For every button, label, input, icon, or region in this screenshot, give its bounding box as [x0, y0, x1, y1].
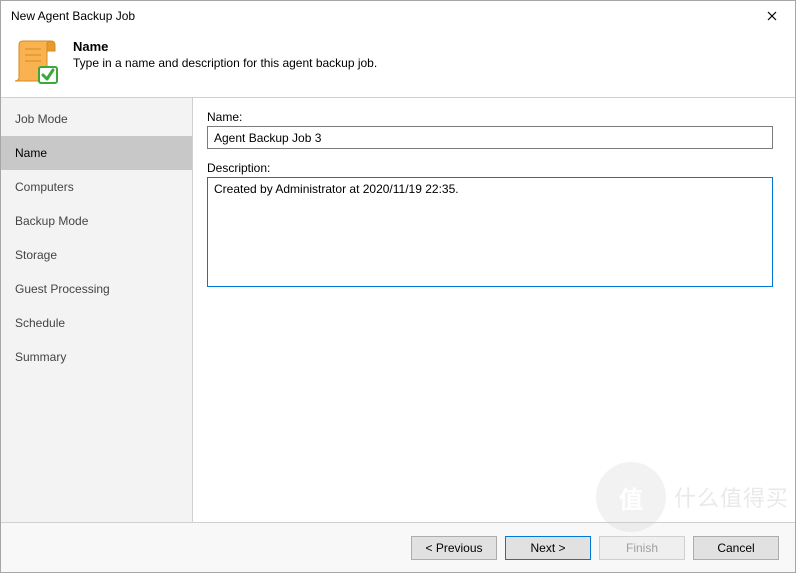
sidebar-item-label: Schedule [15, 316, 65, 330]
sidebar-item-summary[interactable]: Summary [1, 340, 192, 374]
sidebar-item-backup-mode[interactable]: Backup Mode [1, 204, 192, 238]
wizard-dialog: New Agent Backup Job Name Type in a name… [0, 0, 796, 573]
sidebar-item-label: Summary [15, 350, 66, 364]
content-panel: Name: Description: [193, 98, 795, 522]
cancel-button[interactable]: Cancel [693, 536, 779, 560]
sidebar-item-label: Name [15, 146, 47, 160]
sidebar-item-guest-processing[interactable]: Guest Processing [1, 272, 192, 306]
wizard-body: Job Mode Name Computers Backup Mode Stor… [1, 97, 795, 522]
sidebar-item-label: Backup Mode [15, 214, 88, 228]
description-field-group: Description: [207, 161, 773, 292]
wizard-footer: < Previous Next > Finish Cancel [1, 522, 795, 572]
name-input[interactable] [207, 126, 773, 149]
header-text-block: Name Type in a name and description for … [73, 37, 377, 70]
wizard-header: Name Type in a name and description for … [1, 31, 795, 97]
sidebar-item-label: Job Mode [15, 112, 68, 126]
scroll-document-icon [13, 37, 61, 85]
previous-button[interactable]: < Previous [411, 536, 497, 560]
name-field-group: Name: [207, 110, 773, 149]
finish-button: Finish [599, 536, 685, 560]
close-button[interactable] [749, 1, 795, 31]
sidebar-item-label: Guest Processing [15, 282, 110, 296]
sidebar-item-computers[interactable]: Computers [1, 170, 192, 204]
description-textarea[interactable] [207, 177, 773, 287]
description-label: Description: [207, 161, 773, 175]
header-description: Type in a name and description for this … [73, 56, 377, 70]
title-bar: New Agent Backup Job [1, 1, 795, 31]
close-icon [767, 8, 777, 24]
sidebar-item-label: Computers [15, 180, 74, 194]
header-title: Name [73, 39, 377, 54]
sidebar-item-job-mode[interactable]: Job Mode [1, 102, 192, 136]
step-sidebar: Job Mode Name Computers Backup Mode Stor… [1, 98, 193, 522]
sidebar-item-storage[interactable]: Storage [1, 238, 192, 272]
sidebar-item-name[interactable]: Name [1, 136, 192, 170]
name-label: Name: [207, 110, 773, 124]
sidebar-item-label: Storage [15, 248, 57, 262]
next-button[interactable]: Next > [505, 536, 591, 560]
window-title: New Agent Backup Job [11, 9, 135, 23]
sidebar-item-schedule[interactable]: Schedule [1, 306, 192, 340]
